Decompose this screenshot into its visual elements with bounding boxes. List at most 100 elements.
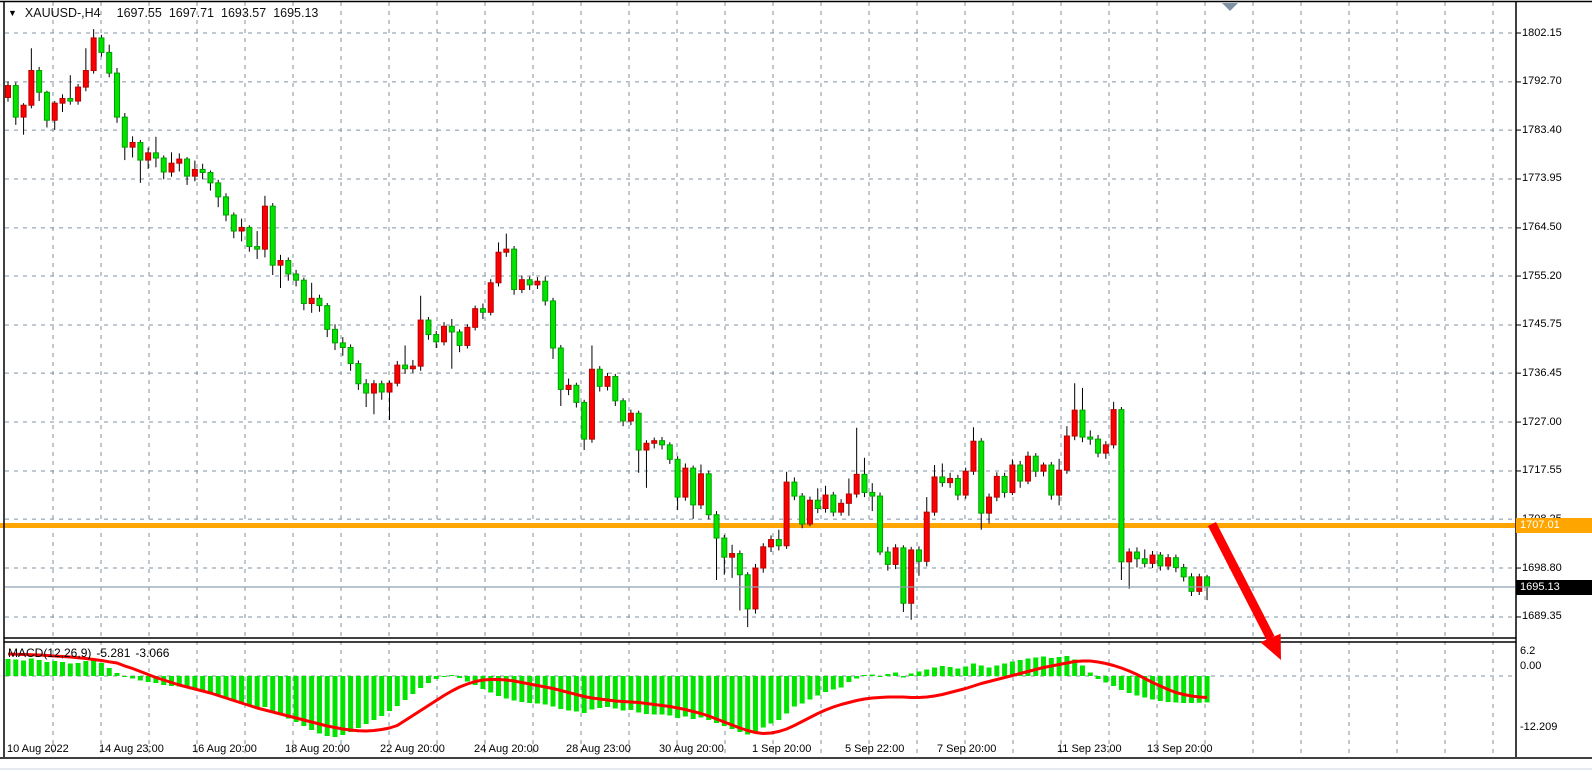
time-tick-label: 28 Aug 23:00 [566,743,631,755]
macd-histogram-bar [465,676,470,682]
macd-histogram-bar [800,676,805,704]
macd-histogram-bar [294,676,299,722]
candle-body [76,87,81,101]
candle-body [551,301,556,348]
candle-body [1049,465,1054,495]
candle-body [200,169,205,172]
candle-body [146,153,151,160]
candle-body [1103,445,1108,453]
macd-histogram-bar [107,668,112,676]
chart-shift-triangle-icon[interactable] [1222,3,1238,11]
macd-tick-label: 6.2 [1520,645,1535,657]
candle-body [566,385,571,389]
candle-body [340,343,345,348]
macd-histogram-bar [753,676,758,732]
trend-arrow-object[interactable] [1212,524,1281,660]
candle-body [737,554,742,575]
macd-histogram-bar [613,676,618,709]
chart-shift-marker-icon[interactable] [1222,3,1238,11]
price-tick-label: 1792.70 [1522,75,1562,87]
candle-body [745,575,750,609]
candle-body [1041,465,1046,471]
candle-body [815,500,820,508]
macd-signal-value: -3.066 [135,646,169,660]
candle-body [418,320,423,366]
macd-histogram-bar [364,676,369,724]
arrow-shaft[interactable] [1212,524,1271,638]
macd-histogram-bar [878,676,883,677]
macd-histogram-bar [278,676,283,715]
candle-body [558,348,563,389]
candle-body [138,142,143,160]
candle-body [356,364,361,384]
candle-body [597,369,602,386]
macd-histogram-bar [543,676,548,705]
candle-body [667,445,672,459]
candle-body [987,497,992,513]
candle-body [294,274,299,280]
macd-histogram-bar [44,662,49,676]
candle-body [543,281,548,301]
candle-body [52,103,57,120]
macd-histogram-bar [948,667,953,676]
macd-histogram-bar [971,664,976,677]
candle-body [465,327,470,345]
macd-histogram-bar [1197,676,1202,703]
candle-body [893,548,898,565]
candle-body [605,376,610,386]
macd-histogram-bar [823,676,828,692]
macd-histogram-bar [371,676,376,720]
candle-body [1142,559,1147,564]
candle-body [309,298,314,303]
candle-body [792,482,797,496]
candle-body [730,554,735,558]
macd-histogram-bar [621,676,626,711]
quote-high: 1697.71 [169,6,214,20]
candle-body [582,402,587,439]
candle-body [457,332,462,345]
candle-body [379,384,384,392]
candle-body [1111,410,1116,445]
time-tick-label: 16 Aug 20:00 [192,743,257,755]
macd-histogram-bar [675,676,680,718]
macd-histogram-bar [1189,676,1194,703]
macd-histogram-bar [270,676,275,711]
candle-body [652,441,657,444]
macd-tick-label: -12.209 [1520,721,1557,733]
macd-histogram-bar [589,676,594,710]
macd-histogram-bar [426,676,431,683]
macd-histogram-bar [99,663,104,676]
candle-body [1096,439,1101,453]
candle-body [1205,577,1210,587]
macd-histogram-bar [410,676,415,694]
macd-histogram-bar [1173,676,1178,703]
time-tick-label: 10 Aug 2022 [7,743,69,755]
candle-body [800,496,805,524]
macd-histogram-bar [387,676,392,711]
macd-histogram-bar [1150,676,1155,700]
chevron-down-icon[interactable]: ▼ [8,8,17,18]
macd-histogram-bar [29,659,34,677]
candle-body [177,159,182,163]
symbol-timeframe-label: XAUUSD-,H4 [25,6,101,20]
candle-body [1189,577,1194,591]
price-tick-label: 1736.45 [1522,367,1562,379]
candle-body [807,500,812,524]
macd-histogram-bar [208,676,213,693]
macd-histogram-bar [636,676,641,713]
candle-body [278,261,283,266]
candle-body [130,142,135,147]
time-tick-label: 1 Sep 20:00 [752,743,811,755]
candle-body [1064,436,1069,470]
macd-histogram-bar [286,676,291,719]
candle-body [1018,465,1023,481]
macd-histogram-bar [885,674,890,676]
macd-histogram-bar [76,663,81,676]
candle-body [753,568,758,609]
candle-body [761,547,766,568]
macd-histogram-bar [1033,658,1038,677]
macd-histogram-bar [784,676,789,714]
candle-body [1119,410,1124,562]
candle-body [854,474,859,494]
candle-body [839,503,844,512]
